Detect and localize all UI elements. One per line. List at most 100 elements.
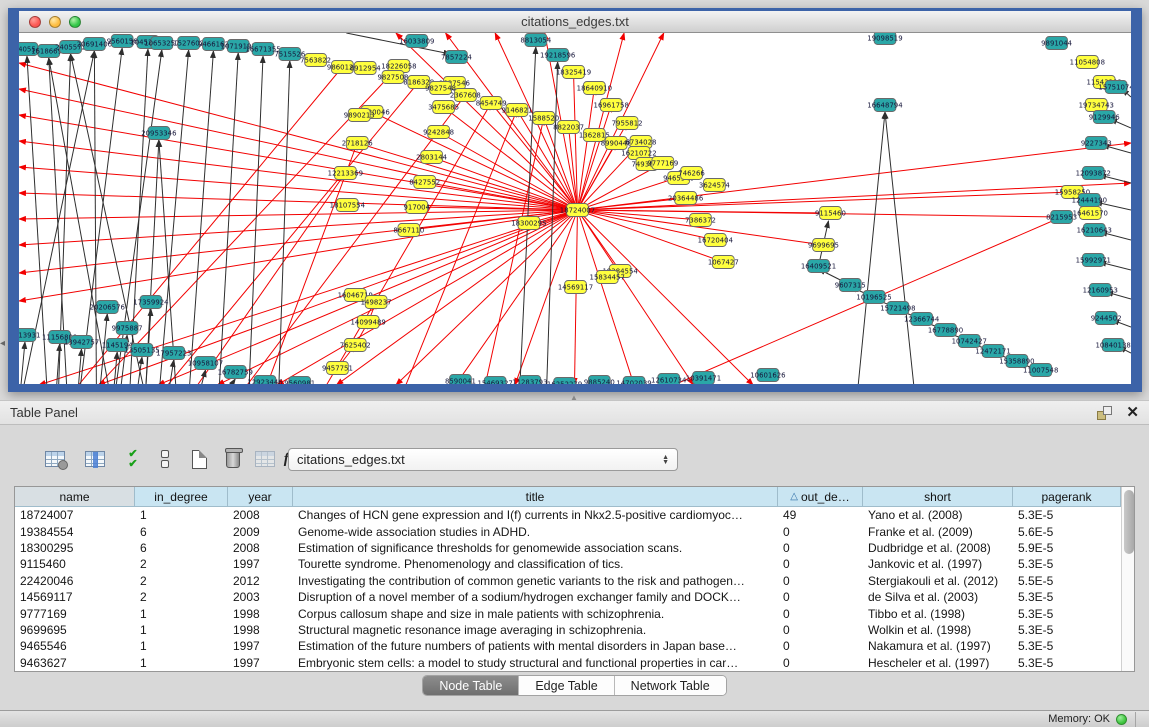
select-rows-button[interactable]: ✔✔	[120, 446, 146, 472]
graph-node[interactable]: 9560981	[284, 377, 315, 385]
graph-node[interactable]: 10601626	[750, 369, 785, 382]
graph-node[interactable]: 13942757	[64, 336, 99, 349]
graph-node[interactable]: 15721498	[880, 302, 915, 315]
table-scrollbar[interactable]	[1121, 487, 1134, 671]
graph-node[interactable]: 9699695	[808, 239, 839, 252]
column-header-pagerank[interactable]: pagerank	[1013, 487, 1121, 507]
graph-node[interactable]: 10742427	[952, 335, 987, 348]
graph-node[interactable]: 12160953	[1083, 284, 1118, 297]
graph-node[interactable]: 15834457	[590, 271, 625, 284]
tab-node-table[interactable]: Node Table	[423, 676, 519, 695]
graph-node[interactable]: 11054808	[1070, 56, 1105, 69]
graph-node[interactable]: 9607315	[835, 279, 866, 292]
graph-node[interactable]: 20953346	[141, 127, 176, 140]
network-canvas[interactable]: 1640554116186693240557220691406956015610…	[19, 33, 1131, 384]
graph-node[interactable]: 746266	[678, 167, 705, 180]
graph-node[interactable]: 15469327	[477, 377, 512, 385]
tab-network-table[interactable]: Network Table	[615, 676, 726, 695]
graph-node[interactable]: 7625402	[340, 339, 371, 352]
graph-node[interactable]: 9244502	[1091, 312, 1122, 325]
graph-node[interactable]: 14569117	[558, 281, 593, 294]
graph-node[interactable]: 12923446	[247, 376, 282, 385]
graph-node[interactable]: 16210643	[1077, 224, 1112, 237]
table-row[interactable]: 977716911998Corpus callosum shape and si…	[15, 605, 1121, 621]
graph-node[interactable]: 11007548	[1023, 364, 1058, 377]
graph-node[interactable]: 16720404	[698, 234, 734, 247]
graph-node[interactable]: 10840138	[1095, 339, 1130, 352]
graph-node[interactable]: 12366744	[904, 313, 940, 326]
float-panel-icon[interactable]	[1097, 406, 1112, 420]
graph-node[interactable]: 16961758	[594, 99, 629, 112]
graph-node[interactable]: 9975887	[112, 322, 143, 335]
table-row[interactable]: 911546021997Tourette syndrome. Phenomeno…	[15, 556, 1121, 572]
graph-node[interactable]: 17957223	[156, 347, 191, 360]
table-selector-dropdown[interactable]: citations_edges.txt ▲▼	[288, 448, 678, 471]
graph-node[interactable]: 12444190	[1072, 194, 1107, 207]
graph-node[interactable]: 15751074	[1098, 81, 1131, 94]
show-columns-button[interactable]	[82, 446, 108, 472]
graph-node[interactable]: 12093872	[1076, 167, 1111, 180]
graph-node[interactable]: 9115460	[815, 207, 846, 220]
graph-node[interactable]: 12472171	[975, 345, 1010, 358]
graph-node[interactable]: 10391471	[686, 372, 721, 385]
graph-node[interactable]: 16033809	[399, 35, 434, 48]
graph-node[interactable]: 13505135	[124, 344, 159, 357]
graph-node[interactable]: 14099489	[351, 316, 386, 329]
delete-column-button[interactable]	[220, 446, 246, 472]
graph-node[interactable]: 9242848	[423, 126, 454, 139]
graph-node[interactable]: 9890213	[344, 109, 375, 122]
scrollbar-thumb[interactable]	[1124, 490, 1134, 554]
table-row[interactable]: 1938455462009Genome-wide association stu…	[15, 523, 1121, 539]
graph-node[interactable]: 917004	[404, 201, 431, 214]
column-header-title[interactable]: title	[293, 487, 778, 507]
graph-node[interactable]: 9885240	[584, 376, 615, 385]
table-row[interactable]: 1456911722003Disruption of a novel membe…	[15, 589, 1121, 605]
table-row[interactable]: 946362711997Embryonic stem cells: a mode…	[15, 655, 1121, 671]
graph-node[interactable]: 18107554	[330, 199, 366, 212]
graph-node[interactable]: 3913931	[19, 329, 40, 342]
tab-edge-table[interactable]: Edge Table	[519, 676, 614, 695]
graph-node[interactable]: 9129946	[1089, 111, 1120, 124]
graph-node[interactable]: 7955812	[612, 117, 643, 130]
graph-node[interactable]: 16778890	[928, 324, 963, 337]
graph-node[interactable]: 8590041	[445, 375, 476, 385]
graph-node[interactable]: 19098519	[867, 33, 902, 45]
graph-node[interactable]: 15992971	[1076, 254, 1111, 267]
graph-node[interactable]: 14702039	[616, 377, 651, 385]
graph-node[interactable]: 3624574	[699, 179, 730, 192]
graph-node[interactable]: 7386372	[685, 214, 716, 227]
column-header-name[interactable]: name	[15, 487, 135, 507]
graph-node[interactable]: 7857224	[441, 51, 472, 64]
import-table-button[interactable]	[252, 446, 278, 472]
graph-node[interactable]: 16252279	[547, 378, 582, 385]
graph-node[interactable]: 16461570	[1073, 207, 1108, 220]
graph-node[interactable]: 8667110	[393, 224, 424, 237]
graph-node[interactable]: 9891044	[1041, 37, 1072, 50]
graph-node[interactable]: 18325419	[556, 66, 591, 79]
graph-node[interactable]: 19218596	[540, 49, 575, 62]
graph-node[interactable]: 19734743	[1079, 99, 1114, 112]
table-row[interactable]: 946554611997Estimation of the future num…	[15, 638, 1121, 654]
new-column-button[interactable]	[186, 446, 212, 472]
table-mode-button[interactable]	[152, 446, 178, 472]
graph-node[interactable]: 3475685	[428, 101, 459, 114]
column-header-year[interactable]: year	[228, 487, 293, 507]
graph-node[interactable]: 1498237	[361, 296, 392, 309]
graph-node[interactable]: 12213369	[328, 167, 363, 180]
column-header-in_degree[interactable]: in_degree	[135, 487, 228, 507]
column-header-short[interactable]: short	[863, 487, 1013, 507]
graph-node[interactable]: 16648794	[867, 99, 903, 112]
graph-node[interactable]: 17359924	[133, 296, 169, 309]
graph-node[interactable]: 8215953	[1046, 211, 1077, 224]
graph-node[interactable]: 18640910	[577, 82, 612, 95]
graph-node[interactable]: 20364486	[668, 192, 703, 205]
graph-node[interactable]: 16782759	[218, 366, 253, 379]
table-row[interactable]: 2242004622012Investigating the contribut…	[15, 573, 1121, 589]
window-titlebar[interactable]: citations_edges.txt	[19, 11, 1131, 33]
graph-node[interactable]: 1067427	[708, 256, 739, 269]
table-row[interactable]: 1830029562008Estimation of significance …	[15, 540, 1121, 556]
close-panel-icon[interactable]: ✕	[1126, 406, 1139, 420]
memory-ok-icon[interactable]	[1116, 714, 1127, 725]
graph-node[interactable]: 8427552	[409, 176, 440, 189]
panel-collapse-arrow-icon[interactable]: ◂	[0, 338, 5, 349]
